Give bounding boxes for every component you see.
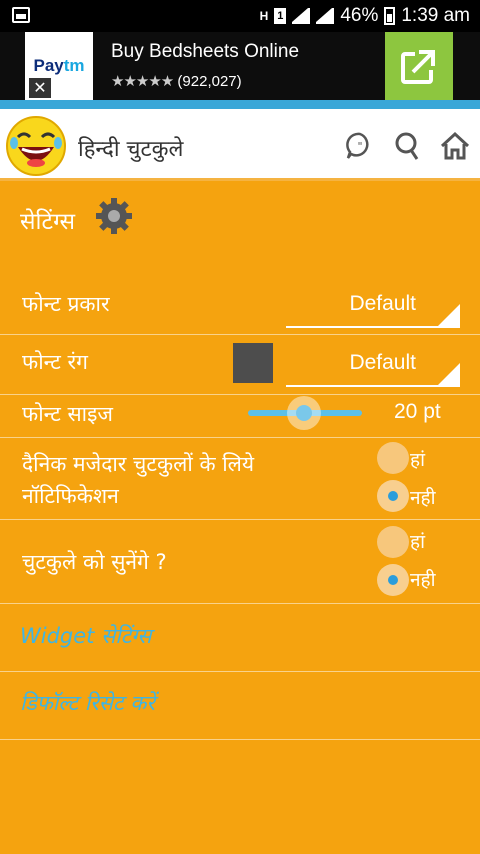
rating-stars: ★★★★★ xyxy=(111,73,174,90)
laughing-emoji-icon xyxy=(6,116,66,176)
font-color-swatch[interactable] xyxy=(233,343,273,383)
font-type-label: फोन्ट प्रकार xyxy=(22,292,110,316)
chat-quote-icon[interactable]: " xyxy=(345,131,375,161)
font-color-value: Default xyxy=(349,351,416,374)
notification-no-label[interactable]: नही xyxy=(410,484,436,510)
gallery-notification-icon xyxy=(12,7,30,23)
notification-yes-radio[interactable] xyxy=(377,442,409,474)
ad-banner[interactable]: Pay tm ✕ Buy Bedsheets Online ★★★★★ (922,… xyxy=(0,32,480,100)
accent-stripe xyxy=(0,100,480,109)
battery-icon xyxy=(384,7,396,25)
daily-notification-label-line2: नॉटिफिकेशन xyxy=(22,484,119,508)
home-icon[interactable] xyxy=(440,131,470,161)
font-color-dropdown[interactable]: Default xyxy=(286,345,460,387)
gear-icon xyxy=(96,198,132,234)
font-size-value: 20 pt xyxy=(394,400,441,423)
listen-jokes-label: चुटकुले को सुनेंगे ? xyxy=(22,550,167,574)
network-type: H xyxy=(259,9,269,23)
rating-count: (922,027) xyxy=(177,73,242,90)
divider xyxy=(0,437,480,438)
search-icon[interactable] xyxy=(393,131,423,161)
open-external-icon xyxy=(401,48,437,84)
notification-yes-label[interactable]: हां xyxy=(410,446,425,472)
ad-open-button[interactable] xyxy=(385,32,453,100)
listen-no-radio[interactable] xyxy=(377,564,409,596)
font-size-slider-thumb[interactable] xyxy=(287,396,321,430)
status-icons: H 1 46% 1:39 am xyxy=(260,5,470,27)
signal-2-icon xyxy=(316,8,335,24)
settings-heading: सेटिंग्स xyxy=(20,209,76,235)
font-type-value: Default xyxy=(349,292,416,315)
listen-yes-radio[interactable] xyxy=(377,526,409,558)
font-type-dropdown[interactable]: Default xyxy=(286,286,460,328)
font-size-label: फोन्ट साइज xyxy=(22,402,114,426)
dropdown-arrow-icon xyxy=(438,363,460,385)
ad-rating: ★★★★★ (922,027) xyxy=(111,72,242,90)
listen-yes-label[interactable]: हां xyxy=(410,528,425,554)
battery-percent: 46% xyxy=(340,5,379,26)
notification-no-radio[interactable] xyxy=(377,480,409,512)
divider xyxy=(0,739,480,740)
ad-close-button[interactable]: ✕ xyxy=(29,78,51,98)
reset-default-link[interactable]: डिफॉल्ट रिसेट करें xyxy=(20,689,155,717)
divider xyxy=(0,334,480,335)
status-bar: H 1 46% 1:39 am xyxy=(0,0,480,32)
dropdown-arrow-icon xyxy=(438,304,460,326)
signal-icon xyxy=(292,8,311,24)
app-bar: हिन्दी चुटकुले " xyxy=(0,109,480,181)
daily-notification-label: दैनिक मजेदार चुटकुलों के लिये xyxy=(22,452,255,476)
font-color-label: फोन्ट रंग xyxy=(22,350,88,374)
widget-settings-link[interactable]: Widget सेटिंग्स xyxy=(20,622,151,650)
listen-no-label[interactable]: नही xyxy=(410,566,436,592)
settings-panel: सेटिंग्स फोन्ट प्रकार Default फोन्ट रंग … xyxy=(0,184,480,854)
divider xyxy=(0,603,480,604)
ad-headline: Buy Bedsheets Online xyxy=(111,41,300,62)
sim-icon: 1 xyxy=(274,8,287,24)
divider xyxy=(0,394,480,395)
app-title: हिन्दी चुटकुले xyxy=(78,137,184,162)
clock: 1:39 am xyxy=(401,5,470,26)
divider xyxy=(0,671,480,672)
divider xyxy=(0,519,480,520)
svg-text:": " xyxy=(357,140,362,153)
